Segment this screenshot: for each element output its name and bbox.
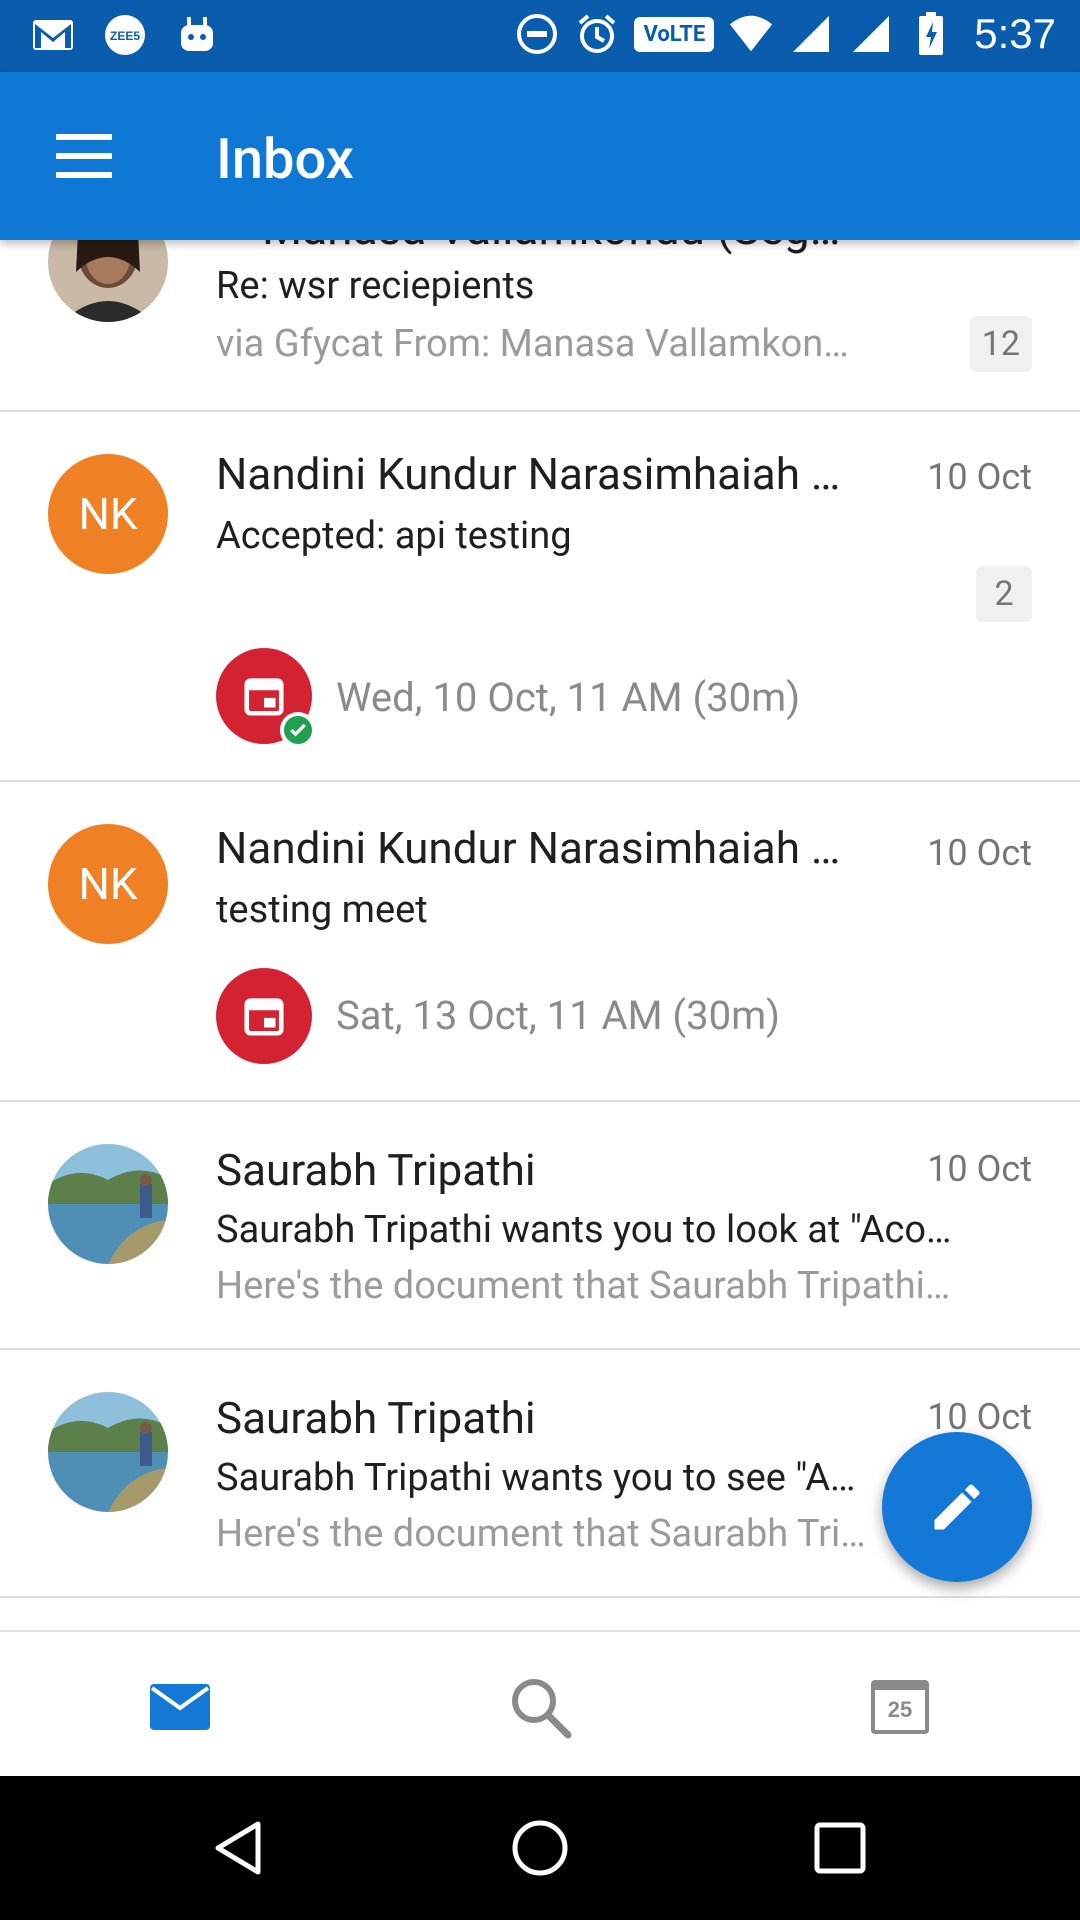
svg-text:ZEE5: ZEE5 <box>110 29 140 43</box>
message-item[interactable]: NK Nandini Kundur Narasimhaiah … 10 Oct … <box>0 412 1080 782</box>
message-subject: Saurabh Tripathi wants you to see "A… <box>216 1456 856 1500</box>
message-item[interactable]: NK Nandini Kundur Narasimhaiah … 10 Oct … <box>0 782 1080 1102</box>
search-icon <box>512 1679 572 1739</box>
message-subject: Accepted: api testing <box>216 514 572 558</box>
bottom-nav: 25 <box>0 1630 1080 1776</box>
system-nav-bar <box>0 1776 1080 1920</box>
message-date: 10 Oct <box>927 1396 1032 1438</box>
sender-avatar <box>48 1392 168 1512</box>
recents-button[interactable] <box>804 1812 876 1884</box>
calendar-tab[interactable]: 25 <box>865 1672 935 1742</box>
search-tab[interactable] <box>505 1672 575 1742</box>
status-time: 5:37 <box>974 10 1056 57</box>
wifi-icon <box>728 11 774 57</box>
do-not-disturb-icon <box>514 11 560 57</box>
sender-avatar <box>48 1144 168 1264</box>
home-icon <box>512 1820 568 1876</box>
event-time: Wed, 10 Oct, 11 AM (30m) <box>336 674 801 721</box>
message-preview: via Gfycat From: Manasa Vallamkon… <box>216 322 849 366</box>
thread-count-badge: 12 <box>969 316 1032 372</box>
message-sender: Saurabh Tripathi <box>216 1392 536 1444</box>
message-date: 10 Oct <box>927 832 1032 874</box>
compose-button[interactable] <box>882 1432 1032 1582</box>
menu-icon[interactable] <box>56 134 112 178</box>
calendar-event-icon <box>216 648 316 748</box>
message-preview: Here's the document that Saurabh Tripath… <box>216 1264 951 1308</box>
accepted-check-icon <box>280 712 316 748</box>
pencil-icon <box>934 1484 980 1530</box>
alarm-icon <box>574 11 620 57</box>
back-icon <box>215 1821 261 1875</box>
message-sender: Saurabh Tripathi <box>216 1144 536 1196</box>
mail-tab[interactable] <box>145 1672 215 1742</box>
sender-avatar: NK <box>48 454 168 574</box>
calendar-event-icon <box>216 968 312 1064</box>
message-item[interactable]: Saurabh Tripathi 10 Oct Saurabh Tripathi… <box>0 1102 1080 1350</box>
volte-icon: VoLTE <box>634 16 715 52</box>
message-date: 10 Oct <box>927 1148 1032 1190</box>
message-sender: Nandini Kundur Narasimhaiah … <box>216 822 841 874</box>
event-time: Sat, 13 Oct, 11 AM (30m) <box>336 992 781 1039</box>
list-item-partial <box>0 1598 1080 1630</box>
message-sender: Nandini Kundur Narasimhaiah … <box>216 448 841 500</box>
zee5-icon: ZEE5 <box>102 12 148 58</box>
recents-icon <box>814 1822 866 1874</box>
message-subject: testing meet <box>216 888 428 932</box>
app-bar: Inbox <box>0 72 1080 240</box>
message-subject: Saurabh Tripathi wants you to look at "A… <box>216 1208 952 1252</box>
thread-count-badge: 2 <box>976 566 1032 622</box>
message-subject: Re: wsr reciepients <box>216 264 535 308</box>
message-list[interactable]: Manasa Vallamkondu (Seg… Re: wsr reciepi… <box>0 0 1080 1630</box>
message-date: 10 Oct <box>927 456 1032 498</box>
calendar-icon: 25 <box>871 1680 929 1734</box>
mail-icon <box>150 1684 210 1730</box>
android-bot-icon <box>174 12 220 58</box>
page-title: Inbox <box>216 126 354 192</box>
signal-icon <box>788 11 834 57</box>
battery-icon <box>908 11 954 57</box>
status-bar: ZEE5 VoLTE 5:37 <box>0 0 1080 72</box>
home-button[interactable] <box>504 1812 576 1884</box>
sender-avatar: NK <box>48 824 168 944</box>
signal-icon <box>848 11 894 57</box>
back-button[interactable] <box>204 1812 276 1884</box>
message-preview: Here's the document that Saurabh Tri… <box>216 1512 866 1556</box>
gmail-icon <box>30 12 76 58</box>
calendar-day: 25 <box>887 1697 913 1722</box>
